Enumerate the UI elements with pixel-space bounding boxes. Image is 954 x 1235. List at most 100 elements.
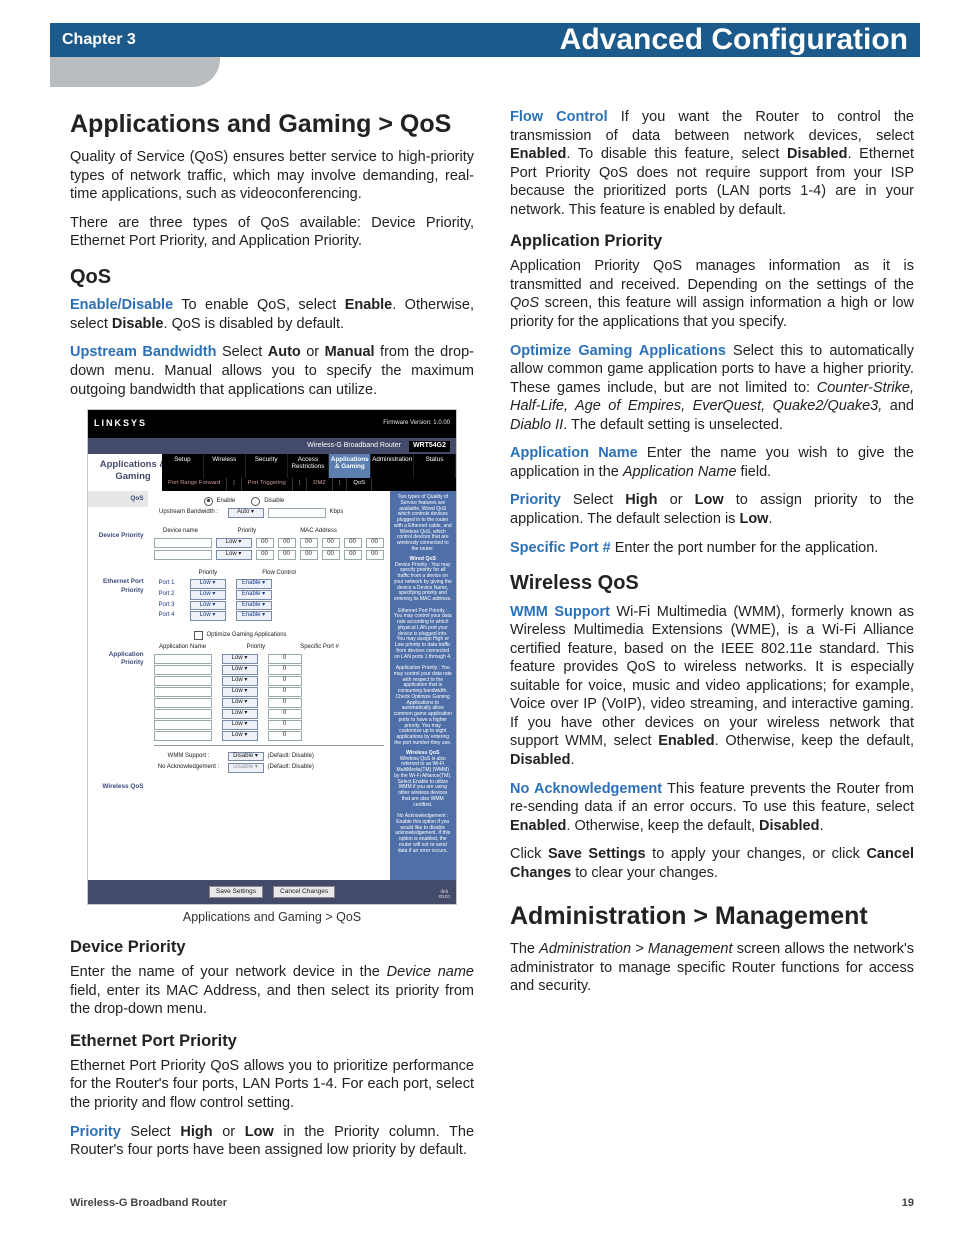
port3-priority[interactable]: Low ▾ <box>190 601 226 611</box>
mac-2-1[interactable]: 00 <box>256 550 274 560</box>
kw-flow-control: Flow Control <box>510 109 608 125</box>
mac-1-4[interactable]: 00 <box>322 538 340 548</box>
app-name-5[interactable] <box>154 698 212 708</box>
para-device-priority: Enter the name of your network device in… <box>70 963 474 1019</box>
app-pri-8[interactable]: Low ▾ <box>222 731 258 741</box>
radio-disable[interactable] <box>251 497 260 506</box>
subtab-port-range-forward[interactable]: Port Range Forward <box>162 478 227 491</box>
app-port-4[interactable]: 0 <box>268 687 302 697</box>
col-app-name: Application Name <box>154 644 212 652</box>
subtab-port-triggering[interactable]: Port Triggering <box>242 478 293 491</box>
subtab-dmz[interactable]: DMZ <box>307 478 333 491</box>
app-port-2[interactable]: 0 <box>268 665 302 675</box>
tab-applications-gaming[interactable]: Applications & Gaming <box>329 454 371 478</box>
app-name-8[interactable] <box>154 731 212 741</box>
app-port-3[interactable]: 0 <box>268 676 302 686</box>
heading-apps-gaming-qos: Applications and Gaming > QoS <box>70 108 474 140</box>
app-name-6[interactable] <box>154 709 212 719</box>
tab-status[interactable]: Status <box>414 454 456 478</box>
port4-flow[interactable]: Enable ▾ <box>236 611 272 621</box>
mac-2-2[interactable]: 00 <box>278 550 296 560</box>
device-name-input-1[interactable] <box>154 538 212 548</box>
save-settings-button[interactable]: Save Settings <box>209 886 263 898</box>
device-priority-select-2[interactable]: Low ▾ <box>216 550 252 560</box>
mac-1-5[interactable]: 00 <box>344 538 362 548</box>
wmm-select[interactable]: Disable ▾ <box>228 752 264 762</box>
chapter-label: Chapter 3 <box>62 31 136 49</box>
router-section-wireless-qos: Wireless QoS <box>92 780 144 794</box>
tab-security[interactable]: Security <box>246 454 288 478</box>
app-port-7[interactable]: 0 <box>268 720 302 730</box>
port2-flow[interactable]: Enable ▾ <box>236 590 272 600</box>
app-pri-1[interactable]: Low ▾ <box>222 654 258 664</box>
optimize-gaming-checkbox[interactable] <box>194 631 203 640</box>
port3-flow[interactable]: Enable ▾ <box>236 601 272 611</box>
router-subtabs: Port Range Forward | Port Triggering | D… <box>162 478 456 491</box>
kw-wmm-support: WMM Support <box>510 604 610 620</box>
cancel-changes-button[interactable]: Cancel Changes <box>273 886 335 898</box>
para-optimize-gaming: Optimize Gaming Applications Select this… <box>510 342 914 435</box>
app-name-3[interactable] <box>154 676 212 686</box>
router-section-application-priority: Application Priority <box>92 648 144 670</box>
router-firmware: Firmware Version: 1.0.00 <box>383 420 450 428</box>
upstream-label: Upstream Bandwidth : <box>154 509 224 517</box>
tab-wireless[interactable]: Wireless <box>204 454 246 478</box>
kw-specific-port: Specific Port # <box>510 540 611 556</box>
subtab-qos[interactable]: QoS <box>347 478 372 491</box>
app-name-1[interactable] <box>154 654 212 664</box>
para-specific-port: Specific Port # Enter the port number fo… <box>510 539 914 558</box>
app-pri-5[interactable]: Low ▾ <box>222 698 258 708</box>
para-priority-column: Priority Select High or Low in the Prior… <box>70 1123 474 1160</box>
port4-priority[interactable]: Low ▾ <box>190 611 226 621</box>
radio-enable[interactable] <box>204 497 213 506</box>
app-pri-2[interactable]: Low ▾ <box>222 665 258 675</box>
kw-optimize-gaming: Optimize Gaming Applications <box>510 343 726 359</box>
port2-label: Port 2 <box>154 591 180 599</box>
app-port-5[interactable]: 0 <box>268 698 302 708</box>
tab-administration[interactable]: Administration <box>371 454 414 478</box>
heading-ethernet-port-priority: Ethernet Port Priority <box>70 1031 474 1052</box>
app-pri-3[interactable]: Low ▾ <box>222 676 258 686</box>
port1-priority[interactable]: Low ▾ <box>190 579 226 589</box>
para-priority-app: Priority Select High or Low to assign pr… <box>510 491 914 528</box>
col-device-name: Device name <box>154 528 208 536</box>
upstream-select[interactable]: Auto ▾ <box>228 508 264 518</box>
para-no-acknowledgement: No Acknowledgement This feature prevents… <box>510 780 914 836</box>
router-ui-mock: LINKSYS Firmware Version: 1.0.00 Wireles… <box>87 409 457 905</box>
mac-2-4[interactable]: 00 <box>322 550 340 560</box>
port2-priority[interactable]: Low ▾ <box>190 590 226 600</box>
mac-1-2[interactable]: 00 <box>278 538 296 548</box>
col-specific-port: Specific Port # <box>300 644 339 652</box>
app-port-8[interactable]: 0 <box>268 731 302 741</box>
app-name-2[interactable] <box>154 665 212 675</box>
kw-enable-disable: Enable/Disable <box>70 297 173 313</box>
col-priority-2: Priority <box>199 570 218 578</box>
device-priority-select-1[interactable]: Low ▾ <box>216 538 252 548</box>
app-name-4[interactable] <box>154 687 212 697</box>
para-wmm-support: WMM Support Wi-Fi Multimedia (WMM), form… <box>510 603 914 770</box>
app-pri-4[interactable]: Low ▾ <box>222 687 258 697</box>
port1-flow[interactable]: Enable ▾ <box>236 579 272 589</box>
kw-no-acknowledgement: No Acknowledgement <box>510 781 662 797</box>
app-name-7[interactable] <box>154 720 212 730</box>
app-pri-7[interactable]: Low ▾ <box>222 720 258 730</box>
para-ethernet-port-priority: Ethernet Port Priority QoS allows you to… <box>70 1057 474 1113</box>
mac-1-3[interactable]: 00 <box>300 538 318 548</box>
mac-2-6[interactable]: 00 <box>366 550 384 560</box>
mac-1-6[interactable]: 00 <box>366 538 384 548</box>
tab-access-restrictions[interactable]: Access Restrictions <box>288 454 330 478</box>
para-types: There are three types of QoS available: … <box>70 214 474 251</box>
app-port-1[interactable]: 0 <box>268 654 302 664</box>
tab-setup[interactable]: Setup <box>162 454 204 478</box>
figure-caption: Applications and Gaming > QoS <box>70 909 474 925</box>
app-port-6[interactable]: 0 <box>268 709 302 719</box>
upstream-input[interactable] <box>268 508 326 518</box>
router-product-name: Wireless-G Broadband Router <box>307 442 401 451</box>
noack-select[interactable]: Disable ▾ <box>228 763 264 773</box>
mac-2-5[interactable]: 00 <box>344 550 362 560</box>
mac-2-3[interactable]: 00 <box>300 550 318 560</box>
device-name-input-2[interactable] <box>154 550 212 560</box>
col-priority-3: Priority <box>247 644 266 652</box>
app-pri-6[interactable]: Low ▾ <box>222 709 258 719</box>
mac-1-1[interactable]: 00 <box>256 538 274 548</box>
